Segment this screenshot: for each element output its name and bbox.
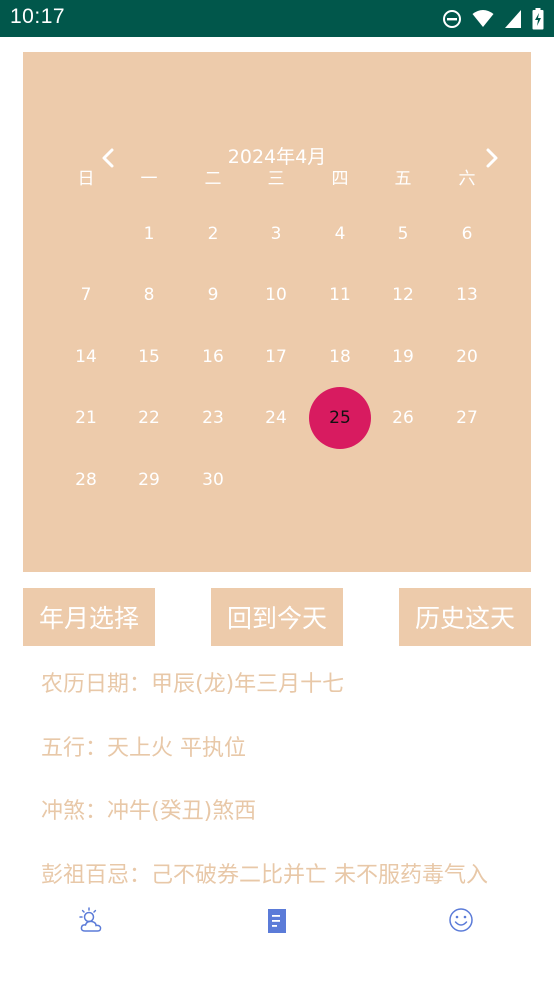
- pengzu-info: 彭祖百忌：己不破券二比并亡 未不服药毒气入: [41, 863, 488, 888]
- calendar-day[interactable]: 27: [437, 387, 497, 449]
- nav-profile[interactable]: [446, 906, 476, 936]
- calendar-day[interactable]: 7: [56, 264, 116, 326]
- year-month-select-button[interactable]: 年月选择: [23, 588, 155, 646]
- weekday-label: 一: [140, 169, 158, 189]
- calendar-day-number: 25: [329, 408, 351, 428]
- calendar-day-number: 24: [265, 408, 287, 428]
- calendar-day[interactable]: 14: [56, 326, 116, 388]
- smiley-icon: [449, 908, 473, 932]
- status-bar: 10:17: [0, 0, 554, 37]
- calendar-day-number: 6: [461, 224, 473, 244]
- calendar-day-number: 27: [456, 408, 478, 428]
- calendar-day-number: 28: [75, 470, 97, 490]
- calendar-day[interactable]: 22: [119, 387, 179, 449]
- calendar-day[interactable]: 9: [183, 264, 243, 326]
- history-today-button[interactable]: 历史这天: [399, 588, 531, 646]
- calendar-day-number: 7: [80, 285, 92, 305]
- calendar-day-number: 3: [270, 224, 282, 244]
- calendar-day-selected[interactable]: 25: [309, 387, 371, 449]
- weekday-label: 三: [267, 169, 285, 189]
- status-time: 10:17: [10, 5, 66, 28]
- calendar-day-number: 30: [202, 470, 224, 490]
- calendar-day-number: 29: [138, 470, 160, 490]
- calendar-day[interactable]: 15: [119, 326, 179, 388]
- calendar-day[interactable]: 11: [310, 264, 370, 326]
- calendar-day-number: 17: [265, 347, 287, 367]
- calendar-day-number: 23: [202, 408, 224, 428]
- calendar-doc-icon: [268, 909, 286, 933]
- wifi-icon: [472, 10, 494, 27]
- calendar-day-number: 10: [265, 285, 287, 305]
- calendar-day-number: 18: [329, 347, 351, 367]
- nav-calendar[interactable]: [262, 906, 292, 936]
- calendar-day[interactable]: 13: [437, 264, 497, 326]
- calendar-day-number: 16: [202, 347, 224, 367]
- calendar-day-number: 15: [138, 347, 160, 367]
- calendar-day[interactable]: 28: [56, 449, 116, 511]
- weekday-label: 五: [394, 169, 412, 189]
- calendar-day-number: 1: [143, 224, 155, 244]
- calendar-day[interactable]: 8: [119, 264, 179, 326]
- calendar-day[interactable]: 10: [246, 264, 306, 326]
- nav-weather[interactable]: [78, 906, 108, 936]
- calendar-day[interactable]: 5: [373, 203, 433, 265]
- calendar-day-number: 2: [207, 224, 219, 244]
- calendar-day-number: 21: [75, 408, 97, 428]
- lunar-date: 农历日期：甲辰(龙)年三月十七: [41, 672, 345, 697]
- calendar-day[interactable]: 29: [119, 449, 179, 511]
- bottom-nav: [0, 898, 554, 985]
- calendar-day-number: 5: [397, 224, 409, 244]
- calendar-day-number: 8: [143, 285, 155, 305]
- calendar-day-number: 9: [207, 285, 219, 305]
- weekday-label: 二: [204, 169, 222, 189]
- weekday-label: 日: [77, 169, 95, 189]
- weekday-label: 六: [458, 169, 476, 189]
- calendar-day-number: 4: [334, 224, 346, 244]
- calendar-day[interactable]: 17: [246, 326, 306, 388]
- calendar-day[interactable]: 3: [246, 203, 306, 265]
- calendar-day[interactable]: 26: [373, 387, 433, 449]
- battery-charging-icon: [532, 8, 544, 30]
- calendar-day-number: 14: [75, 347, 97, 367]
- calendar-day-number: 19: [392, 347, 414, 367]
- almanac-info: 农历日期：甲辰(龙)年三月十七 五行：天上火 平执位 冲煞：冲牛(癸丑)煞西 彭…: [0, 650, 554, 898]
- wuxing-info: 五行：天上火 平执位: [41, 736, 246, 761]
- calendar-panel: 2024年4月 日一二三四五六 1 2 3 4 5 6 7 8 9 10 11 12 13 14 15 16 1…: [23, 52, 531, 572]
- calendar-day[interactable]: 30: [183, 449, 243, 511]
- calendar-day[interactable]: 16: [183, 326, 243, 388]
- calendar-day-number: 26: [392, 408, 414, 428]
- calendar-day-number: 20: [456, 347, 478, 367]
- chongsha-info: 冲煞：冲牛(癸丑)煞西: [41, 799, 257, 824]
- calendar-day[interactable]: 21: [56, 387, 116, 449]
- calendar-day[interactable]: 4: [310, 203, 370, 265]
- calendar-day[interactable]: 18: [310, 326, 370, 388]
- weekday-label: 四: [331, 169, 349, 189]
- calendar-day[interactable]: 1: [119, 203, 179, 265]
- calendar-day-number: 22: [138, 408, 160, 428]
- do-not-disturb-icon: [443, 10, 461, 28]
- calendar-day[interactable]: 12: [373, 264, 433, 326]
- calendar-day[interactable]: 6: [437, 203, 497, 265]
- status-icons: [442, 8, 544, 30]
- calendar-day[interactable]: 19: [373, 326, 433, 388]
- calendar-day[interactable]: 24: [246, 387, 306, 449]
- calendar-day[interactable]: 2: [183, 203, 243, 265]
- calendar-day[interactable]: 23: [183, 387, 243, 449]
- calendar-day[interactable]: 20: [437, 326, 497, 388]
- signal-icon: [505, 10, 521, 28]
- weather-icon: [79, 907, 102, 932]
- calendar-day-number: 13: [456, 285, 478, 305]
- calendar-day-number: 11: [329, 285, 351, 305]
- calendar-day-number: 12: [392, 285, 414, 305]
- back-to-today-button[interactable]: 回到今天: [211, 588, 343, 646]
